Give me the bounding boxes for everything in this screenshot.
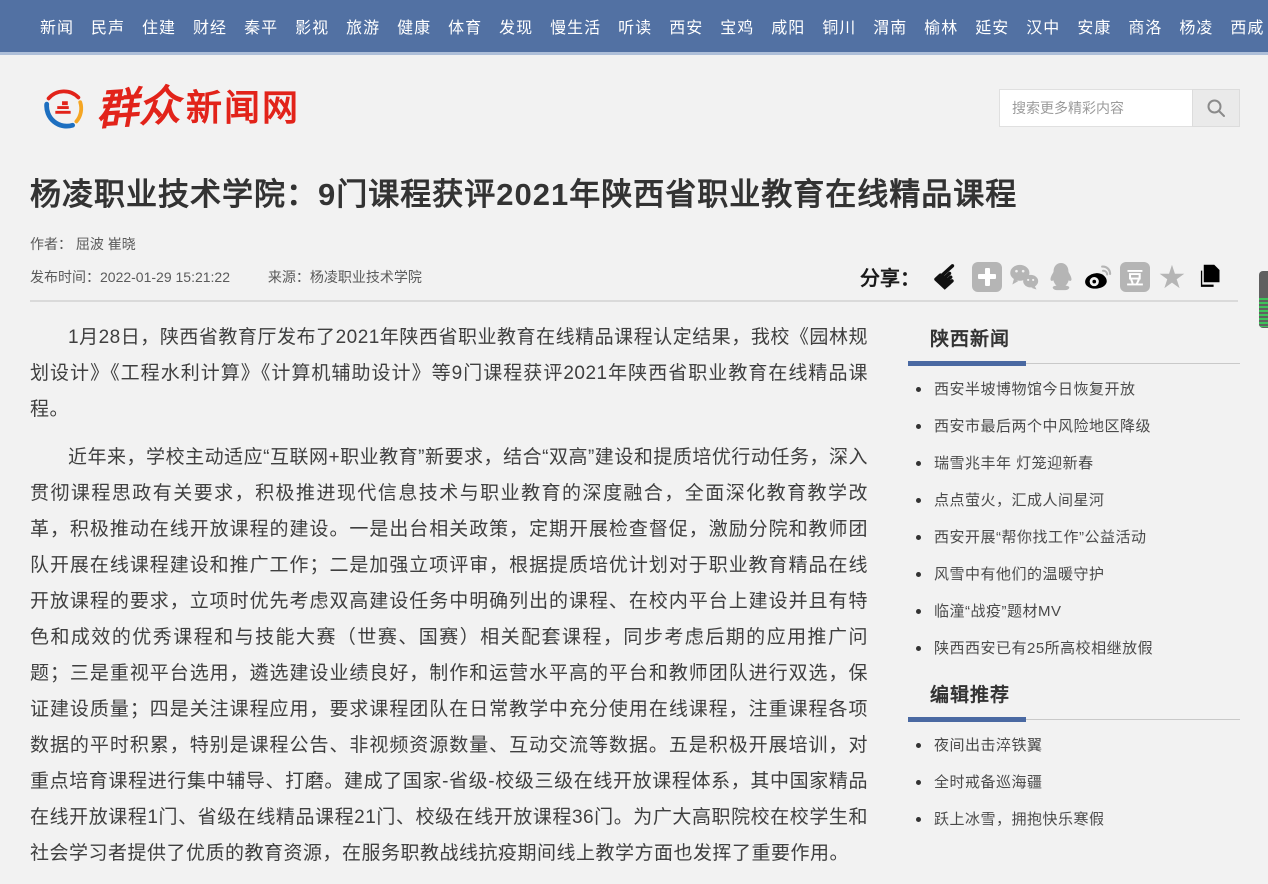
sidebar-section-title: 编辑推荐	[930, 680, 1240, 707]
author-label: 作者：	[30, 236, 72, 252]
search-icon	[1206, 98, 1226, 118]
qzone-icon[interactable]: ★	[1157, 262, 1187, 292]
nav-item[interactable]: 财经	[193, 14, 227, 38]
logo-script-text: 群众	[95, 84, 182, 132]
nav-item[interactable]: 延安	[975, 14, 1009, 38]
sidebar-picks-list: 夜间出击淬铁翼全时戒备巡海疆跃上冰雪，拥抱快乐寒假	[908, 726, 1240, 837]
hand-click-icon[interactable]: ☛	[935, 262, 965, 292]
sidebar-pick-item[interactable]: 全时戒备巡海疆	[908, 763, 1240, 800]
share-more-icon[interactable]	[972, 262, 1002, 292]
article-body: 1月28日，陕西省教育厅发布了2021年陕西省职业教育在线精品课程认定结果，我校…	[30, 320, 868, 884]
nav-item[interactable]: 榆林	[924, 14, 958, 38]
scroll-indicator-stripes	[1259, 298, 1268, 327]
sidebar-section-shaanxi-news: 陕西新闻 西安半坡博物馆今日恢复开放西安市最后两个中风险地区降级瑞雪兆丰年 灯笼…	[908, 324, 1240, 666]
publish-label: 发布时间：	[30, 269, 100, 285]
search-bar	[999, 89, 1240, 127]
page-title: 杨凌职业技术学院：9门课程获评2021年陕西省职业教育在线精品课程	[30, 174, 1238, 216]
sidebar-section-editor-picks: 编辑推荐 夜间出击淬铁翼全时戒备巡海疆跃上冰雪，拥抱快乐寒假	[908, 680, 1240, 837]
sidebar-news-item[interactable]: 西安开展“帮你找工作”公益活动	[908, 518, 1240, 555]
weibo-icon[interactable]	[1083, 262, 1113, 292]
nav-item[interactable]: 住建	[142, 14, 176, 38]
copy-icon[interactable]	[1194, 262, 1224, 292]
article-author-row: 作者： 屈波 崔晓	[30, 234, 1238, 254]
nav-item[interactable]: 秦平	[244, 14, 278, 38]
source-name: 杨凌职业技术学院	[310, 269, 422, 285]
nav-item[interactable]: 汉中	[1026, 14, 1060, 38]
nav-item[interactable]: 发现	[499, 14, 533, 38]
nav-item[interactable]: 西安	[669, 14, 703, 38]
sidebar-news-item[interactable]: 点点萤火，汇成人间星河	[908, 481, 1240, 518]
site-header: 群众 新闻网	[0, 55, 1268, 160]
logo-bold-text: 新闻网	[186, 90, 300, 126]
search-button[interactable]	[1192, 89, 1240, 127]
sidebar: 陕西新闻 西安半坡博物馆今日恢复开放西安市最后两个中风险地区降级瑞雪兆丰年 灯笼…	[908, 320, 1240, 884]
nav-item[interactable]: 慢生活	[550, 14, 601, 38]
share-label: 分享：	[860, 262, 920, 291]
sidebar-news-item[interactable]: 陕西西安已有25所高校相继放假	[908, 629, 1240, 666]
nav-item[interactable]: 咸阳	[771, 14, 805, 38]
nav-item[interactable]: 西咸	[1230, 14, 1264, 38]
sidebar-news-item[interactable]: 风雪中有他们的温暖守护	[908, 555, 1240, 592]
sidebar-news-list: 西安半坡博物馆今日恢复开放西安市最后两个中风险地区降级瑞雪兆丰年 灯笼迎新春点点…	[908, 370, 1240, 666]
main-content: 1月28日，陕西省教育厅发布了2021年陕西省职业教育在线精品课程认定结果，我校…	[0, 302, 1268, 884]
nav-item[interactable]: 铜川	[822, 14, 856, 38]
nav-item[interactable]: 民声	[91, 14, 125, 38]
site-logo[interactable]: 群众 新闻网	[40, 85, 300, 131]
publish-time: 2022-01-29 15:21:22	[100, 269, 230, 285]
nav-item[interactable]: 商洛	[1128, 14, 1162, 38]
qq-icon[interactable]	[1046, 262, 1076, 292]
sidebar-news-item[interactable]: 西安市最后两个中风险地区降级	[908, 407, 1240, 444]
article-paragraph: 1月28日，陕西省教育厅发布了2021年陕西省职业教育在线精品课程认定结果，我校…	[30, 320, 868, 428]
nav-item[interactable]: 影视	[295, 14, 329, 38]
nav-item[interactable]: 新闻	[40, 14, 74, 38]
nav-item[interactable]: 听读	[618, 14, 652, 38]
sidebar-news-item[interactable]: 瑞雪兆丰年 灯笼迎新春	[908, 444, 1240, 481]
nav-item[interactable]: 体育	[448, 14, 482, 38]
author-names: 屈波 崔晓	[76, 236, 136, 252]
nav-item[interactable]: 宝鸡	[720, 14, 754, 38]
nav-item[interactable]: 杨凌	[1179, 14, 1213, 38]
douban-icon[interactable]: 豆	[1120, 262, 1150, 292]
scroll-indicator-widget[interactable]	[1259, 271, 1268, 328]
top-navigation: 新闻民声住建财经秦平影视旅游健康体育发现慢生活听读西安宝鸡咸阳铜川渭南榆林延安汉…	[0, 0, 1268, 55]
sidebar-news-item[interactable]: 西安半坡博物馆今日恢复开放	[908, 370, 1240, 407]
search-input[interactable]	[999, 89, 1192, 127]
sidebar-pick-item[interactable]: 跃上冰雪，拥抱快乐寒假	[908, 800, 1240, 837]
article-meta-row: 发布时间：2022-01-29 15:21:22 来源：杨凌职业技术学院 分享：…	[30, 254, 1238, 300]
share-toolbar: 分享： ☛	[860, 262, 1224, 292]
nav-item[interactable]: 渭南	[873, 14, 907, 38]
sidebar-section-header: 编辑推荐	[908, 680, 1240, 720]
nav-item[interactable]: 安康	[1077, 14, 1111, 38]
nav-item[interactable]: 旅游	[346, 14, 380, 38]
source-label: 来源：	[268, 269, 310, 285]
sidebar-section-title: 陕西新闻	[930, 324, 1240, 351]
sidebar-section-header: 陕西新闻	[908, 324, 1240, 364]
nav-item[interactable]: 健康	[397, 14, 431, 38]
sidebar-news-item[interactable]: 临潼“战疫”题材MV	[908, 592, 1240, 629]
article-paragraph: 近年来，学校主动适应“互联网+职业教育”新要求，结合“双高”建设和提质培优行动任…	[30, 440, 868, 872]
wechat-icon[interactable]	[1009, 262, 1039, 292]
logo-globe-icon	[40, 85, 86, 131]
publish-info: 发布时间：2022-01-29 15:21:22 来源：杨凌职业技术学院	[30, 267, 422, 287]
sidebar-pick-item[interactable]: 夜间出击淬铁翼	[908, 726, 1240, 763]
